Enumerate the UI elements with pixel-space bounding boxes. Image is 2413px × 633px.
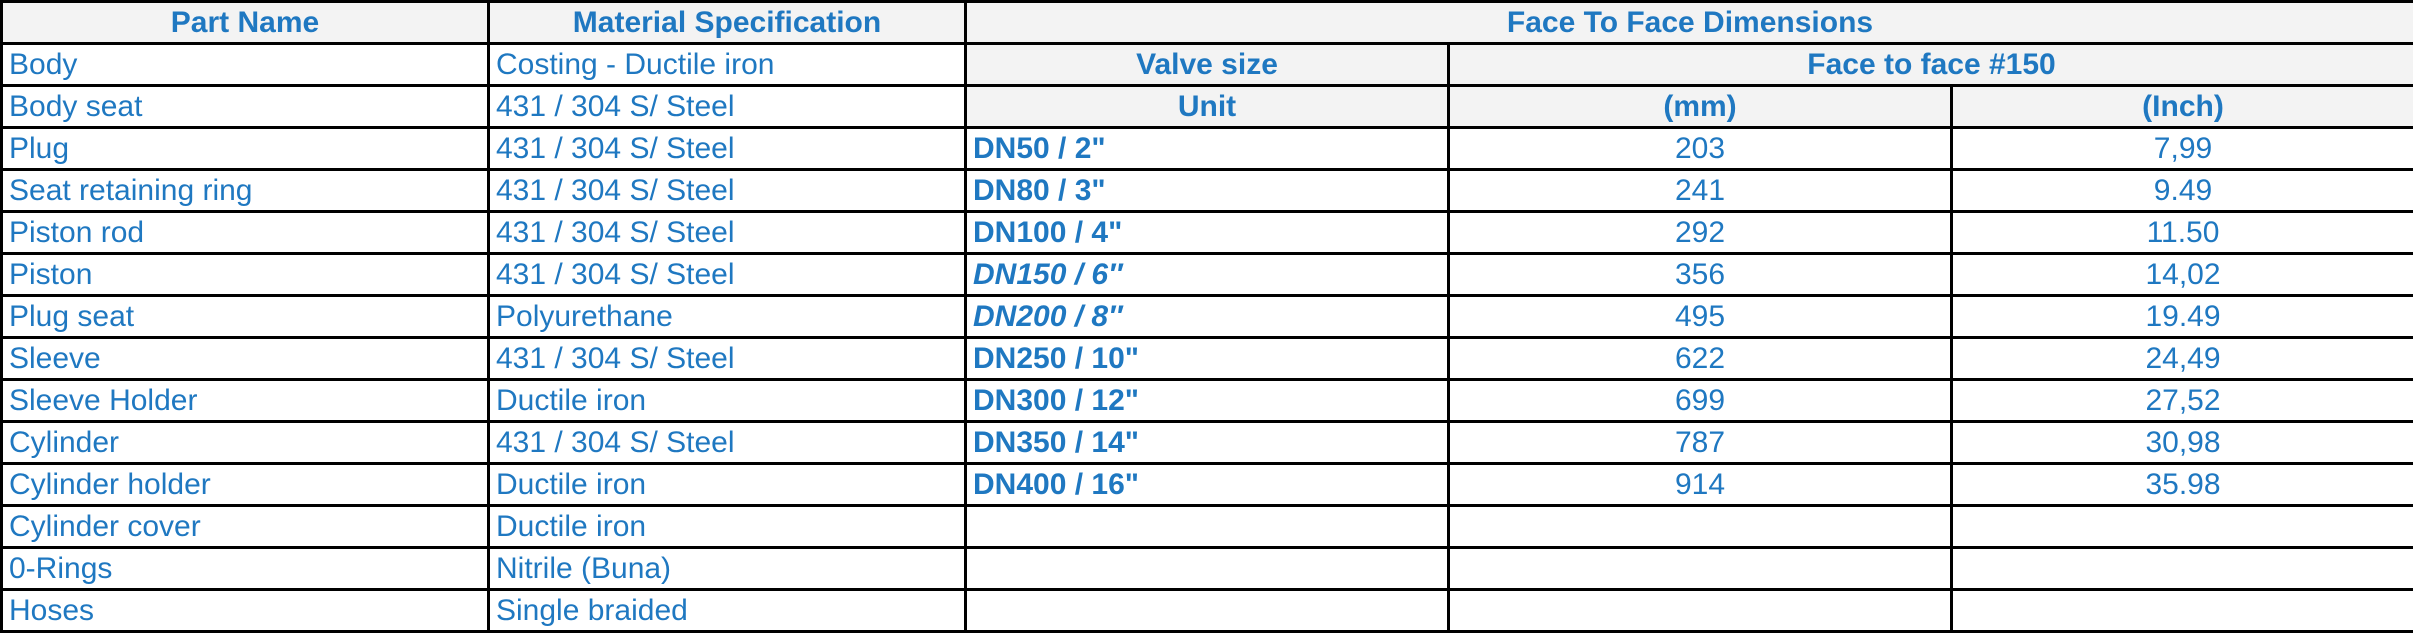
- material-cell: 431 / 304 S/ Steel: [489, 212, 966, 254]
- table-row: Body Costing - Ductile iron Valve size F…: [2, 44, 2413, 86]
- table-row: Plug 431 / 304 S/ Steel DN50 / 2" 203 7,…: [2, 128, 2413, 170]
- valve-size-cell: DN50 / 2": [966, 128, 1449, 170]
- face-to-face-mm-cell: 622: [1449, 338, 1952, 380]
- part-name-cell: Cylinder cover: [2, 506, 489, 548]
- valve-size-cell: DN300 / 12": [966, 380, 1449, 422]
- face-to-face-mm-cell: 914: [1449, 464, 1952, 506]
- face-to-face-mm-cell: 495: [1449, 296, 1952, 338]
- face-to-face-mm-cell: 292: [1449, 212, 1952, 254]
- face-to-face-mm-cell-empty: [1449, 506, 1952, 548]
- table-header-row: Part Name Material Specification Face To…: [2, 2, 2413, 44]
- part-name-cell: Body: [2, 44, 489, 86]
- header-mm: (mm): [1449, 86, 1952, 128]
- part-name-cell: Body seat: [2, 86, 489, 128]
- face-to-face-mm-cell-empty: [1449, 590, 1952, 632]
- table-row: Body seat 431 / 304 S/ Steel Unit (mm) (…: [2, 86, 2413, 128]
- valve-size-cell-empty: [966, 590, 1449, 632]
- material-cell: Single braided: [489, 590, 966, 632]
- face-to-face-mm-cell: 699: [1449, 380, 1952, 422]
- face-to-face-inch-cell: 27,52: [1952, 380, 2413, 422]
- material-cell: 431 / 304 S/ Steel: [489, 422, 966, 464]
- valve-size-cell: DN200 / 8″: [966, 296, 1449, 338]
- part-name-cell: Sleeve Holder: [2, 380, 489, 422]
- table-row: Plug seat Polyurethane DN200 / 8″ 495 19…: [2, 296, 2413, 338]
- face-to-face-inch-cell: 9.49: [1952, 170, 2413, 212]
- face-to-face-mm-cell-empty: [1449, 548, 1952, 590]
- header-material-specification: Material Specification: [489, 2, 966, 44]
- table-row: Cylinder holder Ductile iron DN400 / 16"…: [2, 464, 2413, 506]
- face-to-face-mm-cell: 241: [1449, 170, 1952, 212]
- material-cell: 431 / 304 S/ Steel: [489, 128, 966, 170]
- spec-sheet: Part Name Material Specification Face To…: [0, 0, 2413, 599]
- valve-size-cell-empty: [966, 548, 1449, 590]
- face-to-face-inch-cell: 24,49: [1952, 338, 2413, 380]
- face-to-face-inch-cell-empty: [1952, 548, 2413, 590]
- valve-size-cell: DN250 / 10": [966, 338, 1449, 380]
- header-valve-size: Valve size: [966, 44, 1449, 86]
- valve-size-cell: DN400 / 16": [966, 464, 1449, 506]
- part-name-cell: Plug: [2, 128, 489, 170]
- table-body: Part Name Material Specification Face To…: [2, 2, 2413, 632]
- table-row: Hoses Single braided: [2, 590, 2413, 632]
- table-row: Cylinder cover Ductile iron: [2, 506, 2413, 548]
- material-cell: 431 / 304 S/ Steel: [489, 338, 966, 380]
- material-cell: Ductile iron: [489, 506, 966, 548]
- face-to-face-inch-cell: 35.98: [1952, 464, 2413, 506]
- part-name-cell: Hoses: [2, 590, 489, 632]
- table-row: 0-Rings Nitrile (Buna): [2, 548, 2413, 590]
- face-to-face-mm-cell: 356: [1449, 254, 1952, 296]
- material-cell: Nitrile (Buna): [489, 548, 966, 590]
- table-row: Seat retaining ring 431 / 304 S/ Steel D…: [2, 170, 2413, 212]
- part-name-cell: Sleeve: [2, 338, 489, 380]
- table-row: Sleeve 431 / 304 S/ Steel DN250 / 10" 62…: [2, 338, 2413, 380]
- face-to-face-inch-cell: 14,02: [1952, 254, 2413, 296]
- face-to-face-inch-cell: 7,99: [1952, 128, 2413, 170]
- material-cell: 431 / 304 S/ Steel: [489, 86, 966, 128]
- part-name-cell: Cylinder: [2, 422, 489, 464]
- valve-size-cell: DN100 / 4": [966, 212, 1449, 254]
- table-row: Piston 431 / 304 S/ Steel DN150 / 6″ 356…: [2, 254, 2413, 296]
- header-face-to-face-dimensions: Face To Face Dimensions: [966, 2, 2413, 44]
- face-to-face-inch-cell-empty: [1952, 506, 2413, 548]
- valve-size-cell-empty: [966, 506, 1449, 548]
- face-to-face-inch-cell: 30,98: [1952, 422, 2413, 464]
- part-name-cell: 0-Rings: [2, 548, 489, 590]
- header-unit: Unit: [966, 86, 1449, 128]
- part-name-cell: Piston: [2, 254, 489, 296]
- table-row: Sleeve Holder Ductile iron DN300 / 12" 6…: [2, 380, 2413, 422]
- face-to-face-inch-cell-empty: [1952, 590, 2413, 632]
- material-cell: Ductile iron: [489, 380, 966, 422]
- material-cell: 431 / 304 S/ Steel: [489, 254, 966, 296]
- material-cell: Costing - Ductile iron: [489, 44, 966, 86]
- header-inch: (Inch): [1952, 86, 2413, 128]
- part-name-cell: Plug seat: [2, 296, 489, 338]
- face-to-face-inch-cell: 19.49: [1952, 296, 2413, 338]
- part-name-cell: Cylinder holder: [2, 464, 489, 506]
- valve-size-cell: DN80 / 3": [966, 170, 1449, 212]
- header-face-to-face-150: Face to face #150: [1449, 44, 2413, 86]
- header-part-name: Part Name: [2, 2, 489, 44]
- face-to-face-mm-cell: 203: [1449, 128, 1952, 170]
- valve-size-cell: DN150 / 6″: [966, 254, 1449, 296]
- table-row: Cylinder 431 / 304 S/ Steel DN350 / 14" …: [2, 422, 2413, 464]
- material-cell: 431 / 304 S/ Steel: [489, 170, 966, 212]
- face-to-face-mm-cell: 787: [1449, 422, 1952, 464]
- part-name-cell: Piston rod: [2, 212, 489, 254]
- part-name-cell: Seat retaining ring: [2, 170, 489, 212]
- valve-specification-table: Part Name Material Specification Face To…: [0, 0, 2413, 633]
- material-cell: Ductile iron: [489, 464, 966, 506]
- table-row: Piston rod 431 / 304 S/ Steel DN100 / 4"…: [2, 212, 2413, 254]
- material-cell: Polyurethane: [489, 296, 966, 338]
- valve-size-cell: DN350 / 14": [966, 422, 1449, 464]
- face-to-face-inch-cell: 11.50: [1952, 212, 2413, 254]
